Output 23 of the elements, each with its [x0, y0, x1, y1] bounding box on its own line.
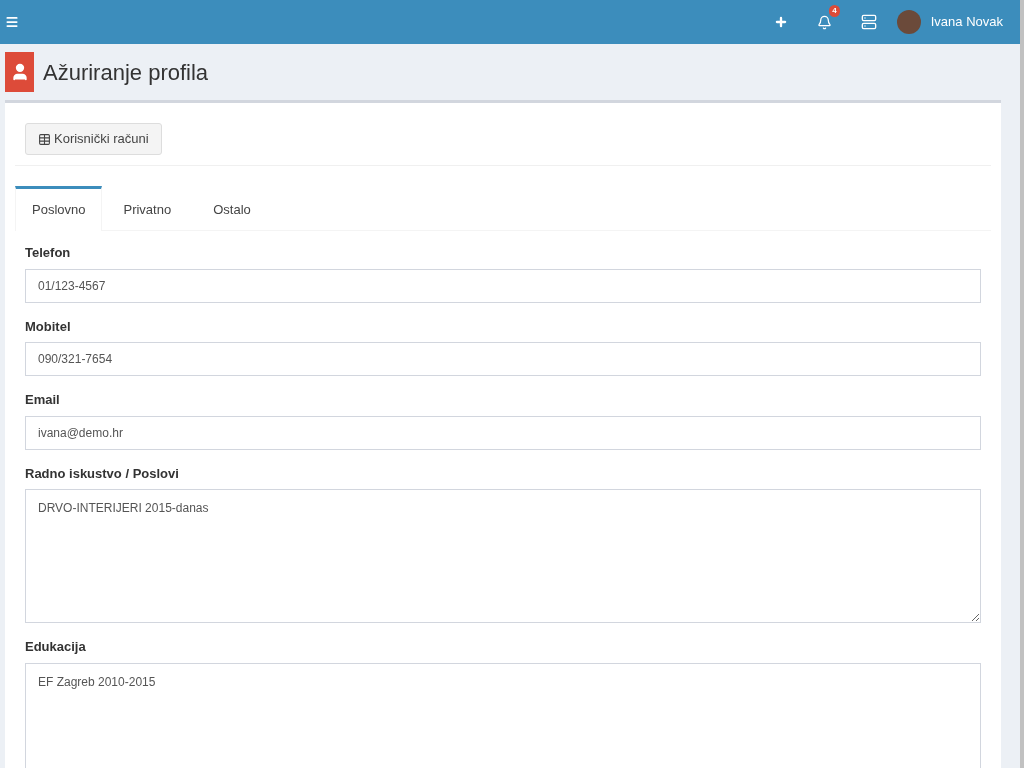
field-label: Radno iskustvo / Poslovi: [25, 464, 180, 483]
field-label: Telefon: [25, 244, 72, 262]
tab[interactable]: Poslovno: [15, 186, 103, 231]
input-field[interactable]: 090/321-7654: [25, 342, 981, 376]
input-field[interactable]: 01/123-4567: [25, 268, 981, 303]
text-area[interactable]: DRVO-INTERIJERI 2015-danas: [25, 489, 981, 623]
bell-icon[interactable]: [816, 14, 832, 30]
plus-icon[interactable]: [773, 15, 788, 29]
field-label: Email: [25, 391, 61, 409]
page-title: Ažuriranje profila: [43, 58, 209, 87]
field-label: Mobitel: [25, 317, 72, 336]
field-label: Edukacija: [25, 638, 87, 656]
tab[interactable]: Privatno: [102, 186, 193, 230]
notification-badge: 4: [829, 4, 840, 17]
avatar[interactable]: [896, 10, 921, 34]
tab[interactable]: Ostalo: [192, 186, 272, 230]
table-icon: [38, 132, 51, 146]
menu-icon[interactable]: [5, 15, 19, 29]
user-name[interactable]: Ivana Novak: [930, 12, 1003, 32]
input-field[interactable]: ivana@demo.hr: [25, 415, 981, 450]
text-area[interactable]: EF Zagreb 2010-2015: [25, 662, 981, 768]
server-icon[interactable]: [860, 14, 877, 30]
accounts-button[interactable]: Korisnički računi: [25, 123, 162, 155]
